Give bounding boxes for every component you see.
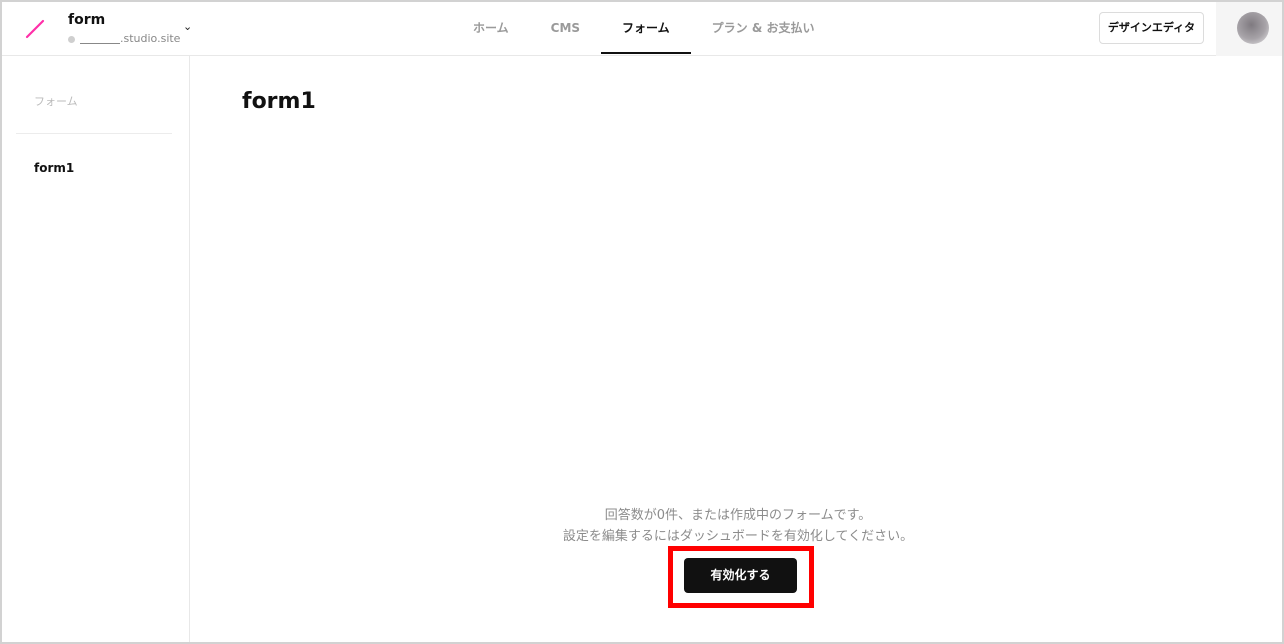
sidebar-item-form1[interactable]: form1 <box>34 161 74 175</box>
top-bar: form .studio.site ⌄ ホーム CMS フォーム プラン & お… <box>2 2 1282 56</box>
page-title: form1 <box>242 89 316 114</box>
project-url-suffix: .studio.site <box>120 32 181 45</box>
tab-plan-billing[interactable]: プラン & お支払い <box>691 2 836 54</box>
main-content: form1 回答数が0件、または作成中のフォームです。 設定を編集するにはダッシ… <box>191 56 1282 642</box>
url-prefix-placeholder <box>80 42 120 44</box>
avatar[interactable] <box>1237 12 1269 44</box>
activate-button[interactable]: 有効化する <box>684 558 797 593</box>
main-nav: ホーム CMS フォーム プラン & お支払い <box>452 2 836 56</box>
empty-state-line-2: 設定を編集するにはダッシュボードを有効化してください。 <box>562 529 914 544</box>
sidebar-heading: フォーム <box>34 95 78 108</box>
status-dot-icon <box>68 35 75 43</box>
app-window: form .studio.site ⌄ ホーム CMS フォーム プラン & お… <box>0 0 1284 644</box>
sidebar-divider <box>16 133 172 134</box>
empty-state-line-1: 回答数が0件、または作成中のフォームです。 <box>604 508 872 523</box>
tab-form[interactable]: フォーム <box>601 2 691 54</box>
project-url: .studio.site <box>68 31 180 47</box>
chevron-down-icon[interactable]: ⌄ <box>183 20 192 33</box>
sidebar: フォーム form1 <box>2 56 190 642</box>
studio-logo-icon[interactable] <box>24 18 46 40</box>
account-area <box>1216 2 1282 56</box>
project-name: form <box>68 12 106 28</box>
tab-cms[interactable]: CMS <box>530 2 601 54</box>
project-switcher[interactable]: form .studio.site <box>68 11 180 47</box>
design-editor-button[interactable]: デザインエディタ <box>1099 12 1204 44</box>
tab-home[interactable]: ホーム <box>452 2 530 54</box>
empty-state-message: 回答数が0件、または作成中のフォームです。 設定を編集するにはダッシュボードを有… <box>191 505 1282 547</box>
